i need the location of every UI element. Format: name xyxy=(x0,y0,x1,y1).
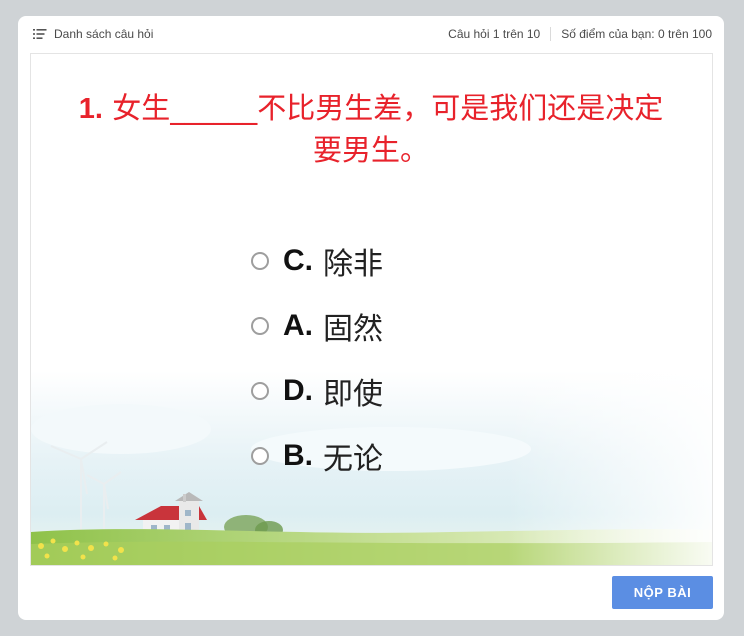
radio-button[interactable] xyxy=(251,252,269,270)
header-divider xyxy=(550,27,552,41)
list-icon xyxy=(33,28,47,40)
radio-button[interactable] xyxy=(251,447,269,465)
radio-button[interactable] xyxy=(251,382,269,400)
answer-option-c[interactable]: C. 除非 xyxy=(251,234,511,288)
quiz-card: Danh sách câu hỏi Câu hỏi 1 trên 10 Số đ… xyxy=(18,16,724,620)
option-text: 除非 xyxy=(323,247,383,282)
question-list-label: Danh sách câu hỏi xyxy=(54,27,154,41)
question-number: 1. xyxy=(78,93,103,125)
quiz-header: Danh sách câu hỏi Câu hỏi 1 trên 10 Số đ… xyxy=(18,16,724,52)
question-list-button[interactable]: Danh sách câu hỏi xyxy=(33,26,153,42)
option-text: 即使 xyxy=(323,377,383,412)
answer-options: C. 除非 A. 固然 D. 即使 B. 无论 xyxy=(251,234,511,494)
option-letter: D. xyxy=(283,374,313,407)
question-counter: Câu hỏi 1 trên 10 xyxy=(448,27,541,41)
score-label: Số điểm của bạn: 0 trên 100 xyxy=(561,27,712,41)
question-text: 女生______不比男生差，可是我们还是决定要男生。 xyxy=(112,91,664,167)
answer-option-a[interactable]: A. 固然 xyxy=(251,299,511,353)
submit-button[interactable]: NỘP BÀI xyxy=(612,576,713,609)
option-letter: C. xyxy=(283,244,313,277)
option-text: 无论 xyxy=(323,442,383,477)
answer-option-d[interactable]: D. 即使 xyxy=(251,364,511,418)
option-text: 固然 xyxy=(323,312,383,347)
quiz-progress: Câu hỏi 1 trên 10 Số điểm của bạn: 0 trê… xyxy=(448,26,712,42)
question-stage: 1. 女生______不比男生差，可是我们还是决定要男生。 C. 除非 A. 固… xyxy=(30,53,713,566)
question-prompt: 1. 女生______不比男生差，可是我们还是决定要男生。 xyxy=(71,88,671,170)
radio-button[interactable] xyxy=(251,317,269,335)
option-letter: A. xyxy=(283,309,313,342)
option-letter: B. xyxy=(283,439,313,472)
answer-option-b[interactable]: B. 无论 xyxy=(251,429,511,483)
